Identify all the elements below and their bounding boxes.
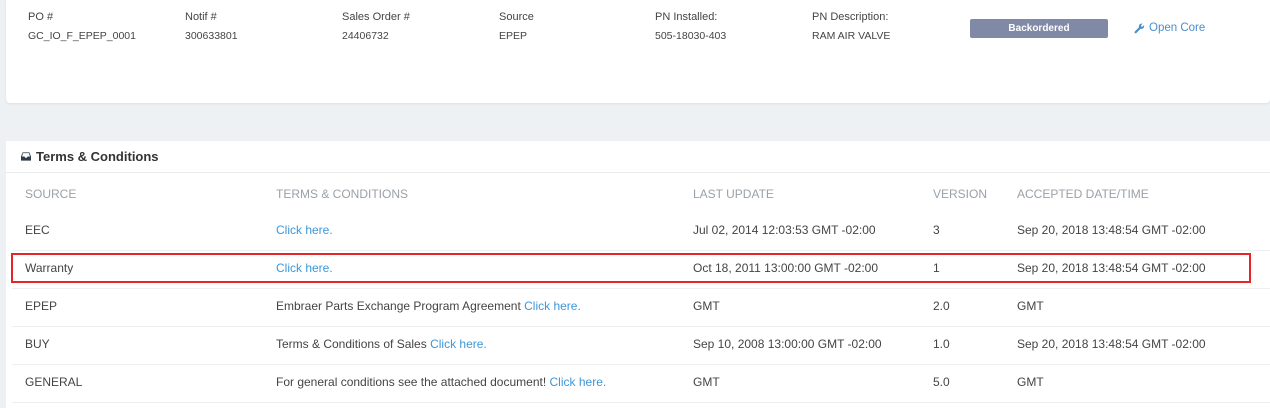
row-terms: Embraer Parts Exchange Program Agreement…: [276, 299, 581, 313]
row-accepted: Sep 20, 2018 13:48:54 GMT -02:00: [1017, 261, 1206, 275]
notif-value: 300633801: [185, 30, 238, 42]
header-accepted: ACCEPTED DATE/TIME: [1017, 187, 1149, 201]
inbox-icon: [21, 152, 31, 161]
po-label: PO #: [28, 11, 54, 23]
terms-title: Terms & Conditions: [21, 149, 159, 164]
po-value: GC_IO_F_EPEP_0001: [28, 30, 136, 42]
source-value: EPEP: [499, 30, 528, 42]
row-source: GENERAL: [25, 375, 83, 389]
sales-order-label: Sales Order #: [342, 11, 410, 23]
row-version: 3: [933, 223, 940, 237]
source-label: Source: [499, 11, 534, 23]
terms-conditions-card: Terms & Conditions SOURCE TERMS & CONDIT…: [6, 141, 1270, 408]
open-core-link[interactable]: Open Core: [1134, 22, 1205, 34]
wrench-icon: [1134, 23, 1145, 33]
row-source: Warranty: [25, 261, 74, 275]
pn-description-value: RAM AIR VALVE: [812, 30, 891, 42]
source-field: Source EPEP: [499, 11, 534, 42]
row-terms-text: Terms & Conditions of Sales: [276, 337, 431, 351]
header-terms: TERMS & CONDITIONS: [276, 187, 409, 201]
click-here-link[interactable]: Click here.: [276, 261, 333, 275]
pn-description-field: PN Description: RAM AIR VALVE: [812, 11, 890, 42]
click-here-link[interactable]: Click here.: [550, 375, 607, 389]
pn-installed-label: PN Installed:: [655, 11, 718, 23]
click-here-link[interactable]: Click here.: [524, 299, 581, 313]
row-version: 1.0: [933, 337, 950, 351]
row-terms: For general conditions see the attached …: [276, 375, 606, 389]
sales-order-value: 24406732: [342, 30, 389, 42]
notif-label: Notif #: [185, 11, 217, 23]
row-source: EPEP: [25, 299, 58, 313]
row-last-update: GMT: [693, 299, 720, 313]
row-last-update: GMT: [693, 375, 720, 389]
row-last-update: Jul 02, 2014 12:03:53 GMT -02:00: [693, 223, 876, 237]
row-version: 1: [933, 261, 940, 275]
row-accepted: GMT: [1017, 299, 1044, 313]
header-last-update: LAST UPDATE: [693, 187, 774, 201]
open-core-label: Open Core: [1149, 22, 1206, 34]
click-here-link[interactable]: Click here.: [430, 337, 487, 351]
divider: [6, 172, 1270, 173]
row-terms-text: Embraer Parts Exchange Program Agreement: [276, 299, 525, 313]
row-version: 2.0: [933, 299, 950, 313]
header-source: SOURCE: [25, 187, 77, 201]
row-source: BUY: [25, 337, 50, 351]
pn-installed-value: 505-18030-403: [655, 30, 727, 42]
row-terms: Terms & Conditions of Sales Click here.: [276, 337, 487, 351]
row-accepted: GMT: [1017, 375, 1044, 389]
click-here-link[interactable]: Click here.: [276, 223, 333, 237]
row-version: 5.0: [933, 375, 950, 389]
terms-title-text: Terms & Conditions: [36, 149, 159, 164]
row-terms-text: For general conditions see the attached …: [276, 375, 550, 389]
sales-order-field: Sales Order # 24406732: [342, 11, 410, 42]
row-source: EEC: [25, 223, 50, 237]
table-row: BUY Terms & Conditions of Sales Click he…: [12, 326, 1270, 365]
notif-field: Notif # 300633801: [185, 11, 238, 42]
pn-installed-field: PN Installed: 505-18030-403: [655, 11, 726, 42]
status-badge: Backordered: [970, 19, 1108, 38]
table-row: EPEP Embraer Parts Exchange Program Agre…: [12, 288, 1270, 327]
row-accepted: Sep 20, 2018 13:48:54 GMT -02:00: [1017, 223, 1206, 237]
table-row: EEC Click here. Jul 02, 2014 12:03:53 GM…: [12, 212, 1270, 251]
row-last-update: Sep 10, 2008 13:00:00 GMT -02:00: [693, 337, 882, 351]
order-summary-card: PO # GC_IO_F_EPEP_0001 Notif # 300633801…: [6, 0, 1270, 103]
row-accepted: Sep 20, 2018 13:48:54 GMT -02:00: [1017, 337, 1206, 351]
po-field: PO # GC_IO_F_EPEP_0001: [28, 11, 136, 42]
pn-description-label: PN Description:: [812, 11, 889, 23]
row-terms: Click here.: [276, 261, 333, 275]
row-last-update: Oct 18, 2011 13:00:00 GMT -02:00: [693, 261, 879, 275]
table-row: GENERAL For general conditions see the a…: [12, 364, 1270, 403]
row-terms: Click here.: [276, 223, 333, 237]
table-row: Warranty Click here. Oct 18, 2011 13:00:…: [12, 250, 1270, 289]
header-version: VERSION: [933, 187, 988, 201]
